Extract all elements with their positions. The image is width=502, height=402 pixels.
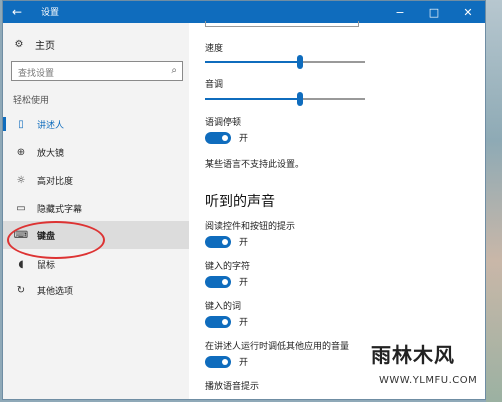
typed-characters-toggle[interactable]	[205, 275, 231, 288]
title-bar: ← 设置 − □ ✕	[3, 1, 485, 23]
mouse-icon: ◖	[18, 258, 24, 270]
maximize-button[interactable]: □	[417, 1, 451, 23]
desktop-background	[486, 0, 502, 402]
sidebar-item-home[interactable]: ⚙ 主页	[13, 37, 55, 52]
watermark-logo: 雨林木风 WWW.YLMFU.COM	[365, 335, 485, 397]
sidebar-item-label: 隐藏式字幕	[37, 204, 83, 215]
sidebar-item-label: 放大镜	[37, 148, 65, 159]
high-contrast-icon: ☼	[16, 174, 26, 186]
speed-label: 速度	[205, 44, 224, 54]
read-hints-toggle-row: 开	[205, 235, 248, 248]
watermark-url: WWW.YLMFU.COM	[379, 375, 478, 386]
search-input[interactable]: 查找设置 ⌕	[11, 61, 183, 81]
toggle-state: 开	[239, 318, 249, 328]
typed-characters-toggle-row: 开	[205, 275, 248, 288]
settings-window: ← 设置 − □ ✕ ⚙ 主页 查找设置 ⌕ 轻松使用 ▯ 讲述人 ⊕ 放大镜 …	[2, 0, 486, 400]
sidebar: ⚙ 主页 查找设置 ⌕ 轻松使用 ▯ 讲述人 ⊕ 放大镜 ☼ 高对比度 ▭ 隐藏…	[3, 23, 189, 399]
sidebar-item-high-contrast[interactable]: ☼ 高对比度	[3, 167, 189, 193]
lower-volume-toggle-row: 开	[205, 355, 248, 368]
intonation-pause-label: 语调停顿	[205, 118, 242, 128]
intonation-pause-toggle-row: 开	[205, 131, 248, 144]
maximize-icon: □	[428, 5, 440, 19]
toggle-state: 开	[239, 238, 249, 248]
sidebar-item-label: 其他选项	[37, 286, 74, 297]
lower-volume-toggle[interactable]	[205, 355, 231, 368]
speed-slider-thumb[interactable]	[297, 55, 303, 69]
gear-icon: ⚙	[14, 39, 24, 50]
toggle-label: 键入的词	[205, 302, 242, 312]
sidebar-item-label: 高对比度	[37, 176, 74, 187]
watermark-title: 雨林木风	[371, 343, 455, 367]
close-button[interactable]: ✕	[451, 1, 485, 23]
pitch-slider-thumb[interactable]	[297, 92, 303, 106]
sidebar-item-other-options[interactable]: ↻ 其他选项	[3, 277, 189, 303]
sidebar-item-label: 讲述人	[37, 120, 65, 131]
dropdown-partial[interactable]	[205, 21, 359, 27]
toggle-state: 开	[239, 358, 249, 368]
back-arrow-icon: ←	[11, 5, 23, 19]
close-icon: ✕	[463, 5, 473, 19]
back-button[interactable]: ←	[3, 1, 31, 23]
section-label: 轻松使用	[13, 96, 50, 106]
toggle-label: 键入的字符	[205, 262, 251, 272]
sidebar-item-magnifier[interactable]: ⊕ 放大镜	[3, 139, 189, 165]
minimize-icon: −	[395, 5, 405, 19]
magnifier-icon: ⊕	[16, 146, 26, 158]
toggle-label: 在讲述人运行时调低其他应用的音量	[205, 342, 350, 352]
sidebar-item-label: 鼠标	[37, 260, 56, 271]
search-placeholder: 查找设置	[18, 69, 55, 79]
minimize-button[interactable]: −	[383, 1, 417, 23]
typed-words-toggle-row: 开	[205, 315, 248, 328]
section-heading: 听到的声音	[205, 194, 275, 210]
window-title: 设置	[41, 8, 60, 18]
speed-slider[interactable]	[205, 55, 365, 69]
search-icon: ⌕	[171, 65, 177, 76]
toggle-label: 播放语音提示	[205, 382, 260, 392]
toggle-state: 开	[239, 134, 249, 144]
typed-words-toggle[interactable]	[205, 315, 231, 328]
read-hints-toggle[interactable]	[205, 235, 231, 248]
home-label: 主页	[35, 41, 55, 52]
toggle-state: 开	[239, 278, 249, 288]
closed-captions-icon: ▭	[16, 202, 26, 214]
pitch-slider[interactable]	[205, 92, 365, 106]
narrator-icon: ▯	[18, 118, 24, 130]
annotation-circle	[7, 221, 105, 259]
pitch-label: 音调	[205, 80, 224, 90]
unsupported-note: 某些语言不支持此设置。	[205, 160, 305, 170]
toggle-label: 阅读控件和按钮的提示	[205, 222, 296, 232]
sidebar-item-closed-captions[interactable]: ▭ 隐藏式字幕	[3, 195, 189, 221]
sidebar-item-narrator[interactable]: ▯ 讲述人	[3, 111, 189, 137]
other-options-icon: ↻	[16, 284, 26, 296]
intonation-pause-toggle[interactable]	[205, 131, 231, 144]
